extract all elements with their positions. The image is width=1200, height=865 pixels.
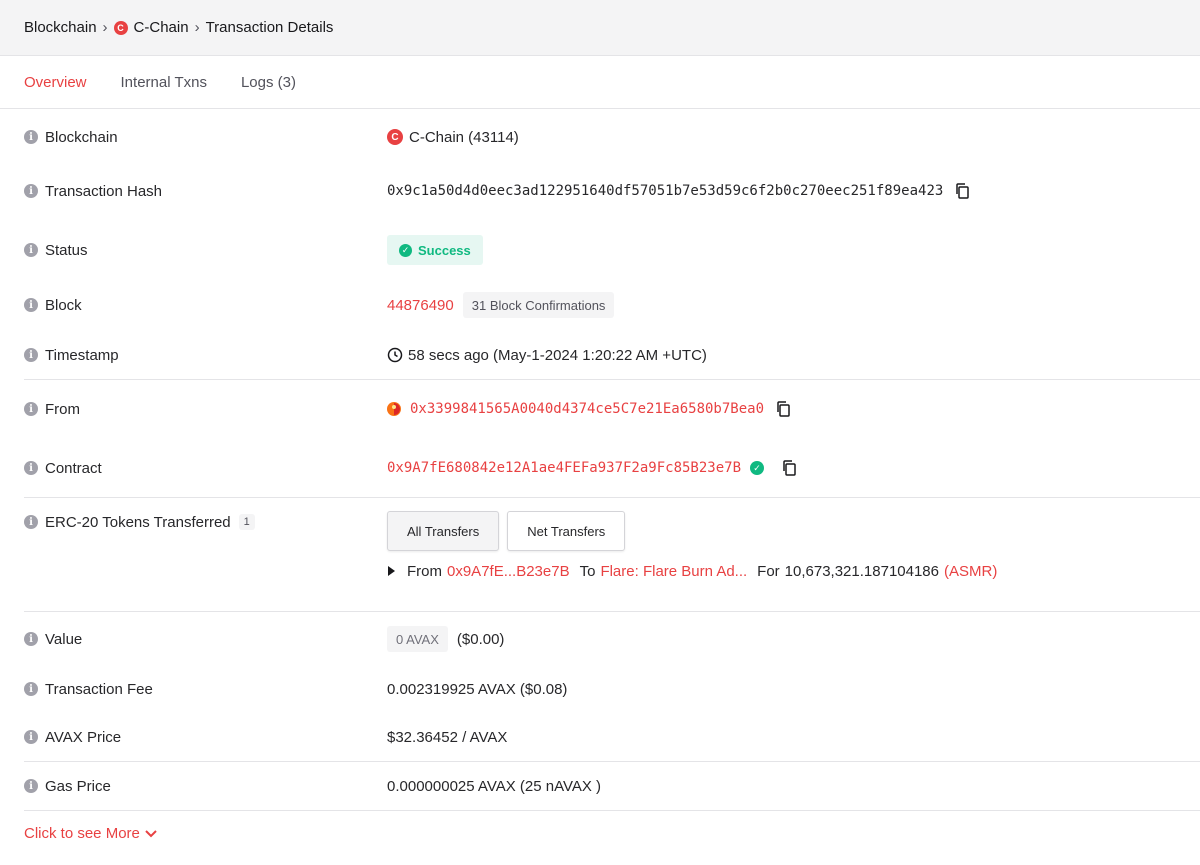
info-icon[interactable]: i — [24, 461, 38, 475]
label-erc20: ERC-20 Tokens Transferred — [45, 513, 231, 531]
net-transfers-button[interactable]: Net Transfers — [507, 511, 626, 551]
c-chain-logo-icon: C — [387, 129, 403, 145]
transfer-token-link[interactable]: (ASMR) — [944, 563, 997, 580]
value-fee: 0.002319925 AVAX ($0.08) — [387, 680, 568, 698]
status-text: Success — [418, 242, 471, 258]
clock-icon — [387, 347, 403, 363]
caret-right-icon[interactable] — [387, 566, 395, 576]
row-gas: i Gas Price 0.000000025 AVAX (25 nAVAX ) — [24, 775, 1200, 797]
row-blockchain: i Blockchain C C-Chain (43114) — [24, 126, 1200, 148]
address-avatar-icon — [387, 402, 401, 416]
row-timestamp: i Timestamp 58 secs ago (May-1-2024 1:20:… — [24, 344, 1200, 366]
check-circle-icon: ✓ — [399, 243, 412, 257]
breadcrumb-separator: › — [102, 19, 108, 36]
info-icon[interactable]: i — [24, 184, 38, 198]
info-icon[interactable]: i — [24, 515, 38, 529]
see-more-label: Click to see More — [24, 825, 140, 842]
transfer-from-label: From — [407, 562, 442, 580]
token-transfer-item: From 0x9A7fE...B23e7B To Flare: Flare Bu… — [387, 561, 997, 581]
row-value: i Value 0 AVAX ($0.00) — [24, 625, 1200, 653]
tab-internal-txns[interactable]: Internal Txns — [121, 74, 207, 91]
value-blockchain: C-Chain (43114) — [409, 128, 519, 146]
info-icon[interactable]: i — [24, 298, 38, 312]
divider — [24, 497, 1200, 498]
verified-check-icon: ✓ — [750, 461, 765, 475]
row-tx-hash: i Transaction Hash 0x9c1a50d4d0eec3ad1229… — [24, 180, 1200, 202]
info-icon[interactable]: i — [24, 779, 38, 793]
row-from: i From 0x3399841565A0040d4374ce5C7e21Ea65… — [24, 398, 1200, 420]
transfer-from-link[interactable]: 0x9A7fE...B23e7B — [447, 563, 570, 580]
info-icon[interactable]: i — [24, 402, 38, 416]
divider — [24, 761, 1200, 762]
breadcrumb-chain[interactable]: C-Chain — [134, 19, 189, 36]
copy-icon[interactable] — [782, 460, 796, 476]
erc20-count-badge: 1 — [238, 514, 255, 530]
row-fee: i Transaction Fee 0.002319925 AVAX ($0.08… — [24, 678, 1200, 700]
divider — [24, 379, 1200, 380]
tab-bar: Overview Internal Txns Logs (3) — [0, 56, 1200, 109]
info-icon[interactable]: i — [24, 130, 38, 144]
row-block: i Block 44876490 31 Block Confirmations — [24, 291, 1200, 319]
info-icon[interactable]: i — [24, 348, 38, 362]
value-price: $32.36452 / AVAX — [387, 728, 508, 746]
label-timestamp: Timestamp — [45, 346, 119, 364]
row-contract: i Contract 0x9A7fE680842e12A1ae4FEFa937F2… — [24, 457, 1200, 479]
tab-logs[interactable]: Logs (3) — [241, 74, 296, 91]
label-status: Status — [45, 241, 88, 259]
transfer-to-label: To — [579, 562, 596, 580]
row-status: i Status ✓ Success — [24, 234, 1200, 266]
divider — [24, 810, 1200, 811]
c-chain-logo-icon: C — [113, 20, 128, 35]
value-gas: 0.000000025 AVAX (25 nAVAX ) — [387, 777, 602, 795]
breadcrumb: Blockchain › C C-Chain › Transaction Det… — [0, 0, 1200, 56]
label-blockchain: Blockchain — [45, 128, 118, 146]
label-gas: Gas Price — [45, 777, 111, 795]
row-price: i AVAX Price $32.36452 / AVAX — [24, 726, 1200, 748]
status-badge: ✓ Success — [387, 235, 483, 265]
value-timestamp: 58 secs ago (May-1-2024 1:20:22 AM +UTC) — [408, 346, 707, 364]
label-from: From — [45, 400, 80, 418]
block-number-link[interactable]: 44876490 — [387, 297, 454, 314]
info-icon[interactable]: i — [24, 243, 38, 257]
copy-icon[interactable] — [776, 401, 790, 417]
label-contract: Contract — [45, 459, 102, 477]
divider — [24, 611, 1200, 612]
label-value: Value — [45, 630, 83, 648]
all-transfers-button[interactable]: All Transfers — [387, 511, 500, 551]
confirmations-badge: 31 Block Confirmations — [462, 292, 615, 318]
label-tx-hash: Transaction Hash — [45, 182, 162, 200]
label-block: Block — [45, 296, 82, 314]
breadcrumb-blockchain[interactable]: Blockchain — [24, 19, 97, 36]
transfer-to-link[interactable]: Flare: Flare Burn Ad... — [600, 563, 747, 580]
value-amount-badge: 0 AVAX — [387, 626, 448, 652]
info-icon[interactable]: i — [24, 632, 38, 646]
value-usd: ($0.00) — [456, 630, 505, 648]
breadcrumb-separator: › — [194, 19, 200, 36]
label-price: AVAX Price — [45, 728, 122, 746]
info-icon[interactable]: i — [24, 682, 38, 696]
transfer-toggle: All Transfers Net Transfers — [387, 511, 633, 551]
tab-overview[interactable]: Overview — [24, 74, 87, 91]
breadcrumb-current: Transaction Details — [205, 19, 334, 36]
info-icon[interactable]: i — [24, 730, 38, 744]
from-address-link[interactable]: 0x3399841565A0040d4374ce5C7e21Ea6580b7Be… — [410, 401, 764, 417]
contract-address-link[interactable]: 0x9A7fE680842e12A1ae4FEFa937F2a9Fc85B23e… — [387, 460, 741, 476]
see-more-link[interactable]: Click to see More — [24, 825, 157, 842]
label-fee: Transaction Fee — [45, 680, 153, 698]
chevron-down-icon — [145, 829, 157, 838]
transfer-for-label: For — [757, 562, 780, 580]
copy-icon[interactable] — [955, 183, 970, 199]
transfer-amount: 10,673,321.187104186 — [784, 562, 939, 580]
value-tx-hash: 0x9c1a50d4d0eec3ad122951640df57051b7e53d… — [387, 183, 944, 199]
